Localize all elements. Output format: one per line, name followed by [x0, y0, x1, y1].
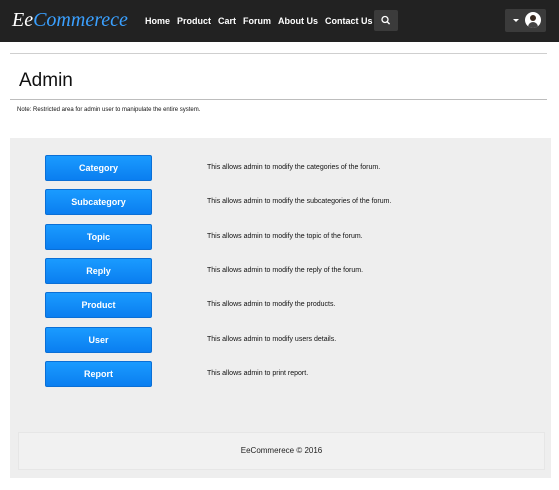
- admin-note: Note: Restricted area for admin user to …: [17, 107, 201, 113]
- reply-description: This allows admin to modify the reply of…: [207, 267, 364, 274]
- product-button[interactable]: Product: [45, 292, 152, 318]
- nav-cart[interactable]: Cart: [218, 15, 236, 27]
- user-description: This allows admin to modify users detail…: [207, 336, 337, 343]
- divider-top: [10, 53, 547, 54]
- brand-part-2: Commerece: [33, 9, 128, 31]
- footer-text: EeCommerece © 2016: [240, 446, 323, 455]
- divider-title: [10, 99, 547, 100]
- report-button[interactable]: Report: [45, 361, 152, 387]
- search-icon: [381, 15, 391, 25]
- search-button[interactable]: [374, 10, 398, 31]
- brand-part-1: Ee: [12, 9, 34, 31]
- nav-product[interactable]: Product: [177, 15, 211, 27]
- nav-forum[interactable]: Forum: [243, 15, 271, 27]
- page-title: Admin: [19, 70, 73, 91]
- topic-description: This allows admin to modify the topic of…: [207, 233, 363, 240]
- user-button[interactable]: User: [45, 327, 152, 353]
- user-menu-toggle[interactable]: [505, 9, 546, 32]
- user-avatar: [525, 12, 541, 28]
- nav-about-us[interactable]: About Us: [278, 15, 318, 27]
- category-button[interactable]: Category: [45, 155, 152, 181]
- report-description: This allows admin to print report.: [207, 370, 309, 377]
- product-description: This allows admin to modify the products…: [207, 301, 336, 308]
- main-nav: Home Product Cart Forum About Us Contact…: [145, 15, 380, 27]
- topic-button[interactable]: Topic: [45, 224, 152, 250]
- brand-logo[interactable]: EeCommerece: [12, 7, 128, 33]
- nav-contact-us[interactable]: Contact Us: [325, 15, 373, 27]
- reply-button[interactable]: Reply: [45, 258, 152, 284]
- nav-home[interactable]: Home: [145, 15, 170, 27]
- category-description: This allows admin to modify the categori…: [207, 164, 381, 171]
- subcategory-description: This allows admin to modify the subcateg…: [207, 198, 392, 205]
- navbar: EeCommerece Home Product Cart Forum Abou…: [0, 0, 559, 42]
- caret-down-icon: [513, 19, 519, 22]
- subcategory-button[interactable]: Subcategory: [45, 189, 152, 215]
- footer: EeCommerece © 2016: [18, 432, 545, 470]
